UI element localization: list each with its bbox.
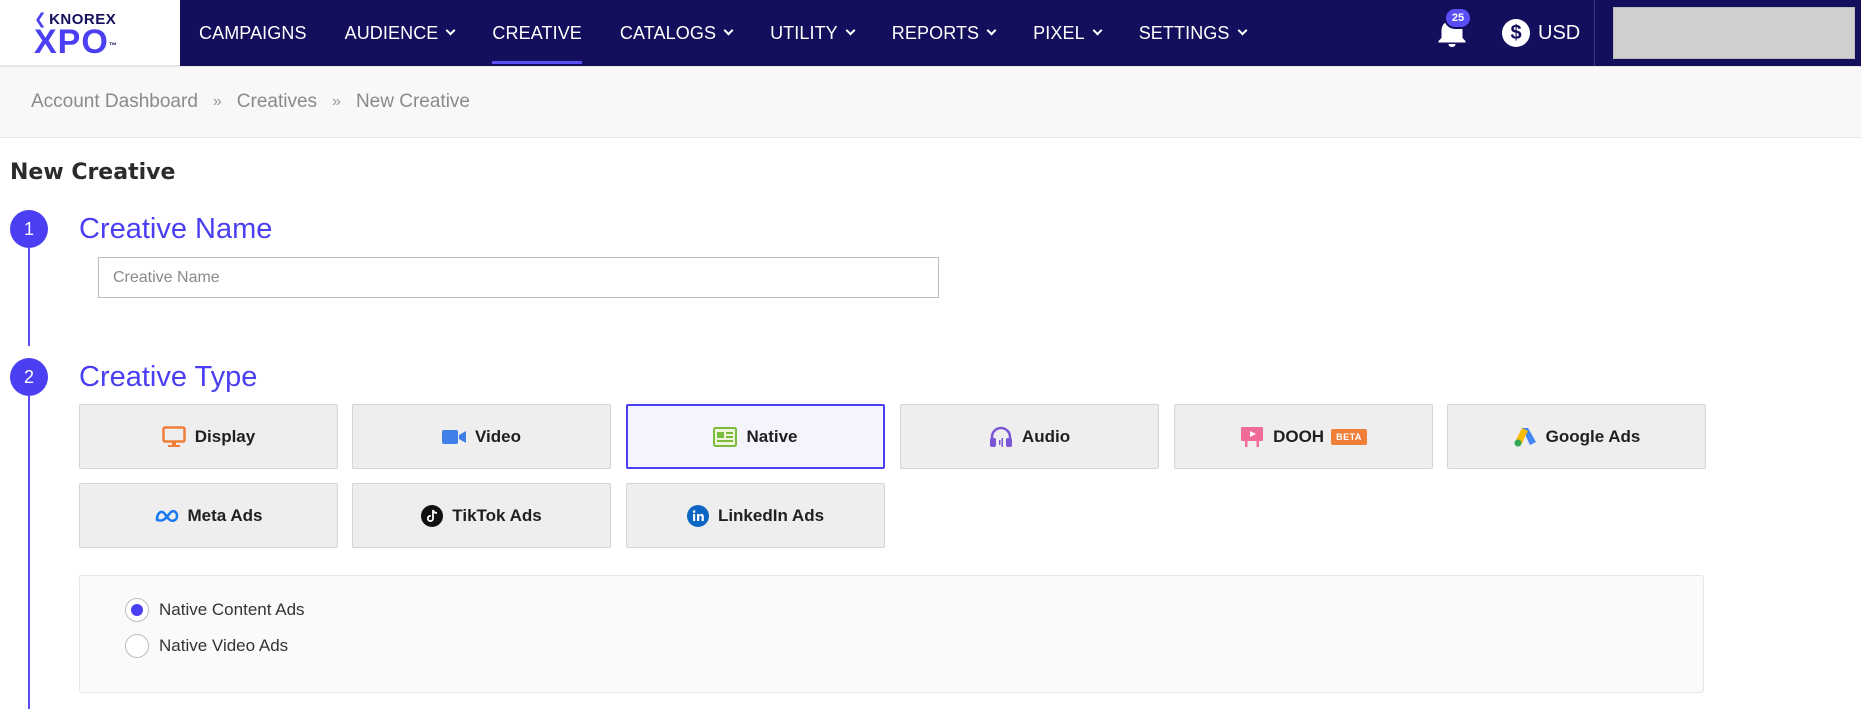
tiktok-ads-label: TikTok Ads xyxy=(452,505,542,525)
brand-logo[interactable]: ❮ KNOREX XPO™ xyxy=(0,0,180,66)
breadcrumb-account-dashboard[interactable]: Account Dashboard xyxy=(31,91,198,113)
tiktok-icon xyxy=(421,504,444,527)
billboard-icon xyxy=(1241,426,1264,447)
nav-audience[interactable]: AUDIENCE xyxy=(326,0,474,66)
breadcrumb-separator: » xyxy=(212,93,222,110)
native-content-ads-label: Native Content Ads xyxy=(159,600,305,619)
chevron-down-icon xyxy=(845,25,856,36)
nav-audience-label: AUDIENCE xyxy=(344,22,439,43)
nav-creative[interactable]: CREATIVE xyxy=(473,0,600,66)
native-label: Native xyxy=(746,426,798,446)
display-label: Display xyxy=(194,426,256,446)
native-content-ads-radio[interactable] xyxy=(125,598,149,622)
chevron-down-icon xyxy=(445,25,456,36)
dooh-label: DOOH xyxy=(1273,426,1325,446)
video-label: Video xyxy=(475,426,521,446)
step-2-number: 2 xyxy=(10,358,48,396)
linkedin-icon xyxy=(686,504,709,527)
logo-trademark: ™ xyxy=(108,41,118,50)
native-subtype-panel: Native Content Ads Native Video Ads xyxy=(79,575,1704,693)
breadcrumb-new-creative: New Creative xyxy=(355,91,470,112)
audio-label: Audio xyxy=(1021,426,1071,446)
chevron-down-icon xyxy=(1092,25,1103,36)
native-video-ads-radio[interactable] xyxy=(125,634,149,658)
page-title: New Creative xyxy=(10,160,176,185)
chevron-down-icon xyxy=(1237,25,1247,36)
beta-badge: BETA xyxy=(1331,428,1367,445)
creative-type-video-button[interactable]: Video xyxy=(352,404,611,469)
nav-utility[interactable]: UTILITY xyxy=(751,0,873,66)
breadcrumb-separator: » xyxy=(332,93,341,110)
creative-type-linkedin-ads-button[interactable]: LinkedIn Ads xyxy=(626,483,885,548)
breadcrumb: Account Dashboard » Creatives » New Crea… xyxy=(0,66,1861,138)
nav-campaigns-label: CAMPAIGNS xyxy=(199,22,307,43)
step-1-connector xyxy=(28,248,30,346)
nav-catalogs-label: CATALOGS xyxy=(619,22,717,43)
step-2-connector xyxy=(28,396,30,709)
native-content-ads-option[interactable]: Native Content Ads xyxy=(125,598,305,622)
breadcrumb-creatives[interactable]: Creatives xyxy=(237,91,317,113)
creative-type-google-ads-button[interactable]: Google Ads xyxy=(1447,404,1706,469)
creative-type-tiktok-ads-button[interactable]: TikTok Ads xyxy=(352,483,611,548)
nav-pixel[interactable]: PIXEL xyxy=(1014,0,1120,66)
creative-name-input[interactable] xyxy=(98,257,939,298)
dollar-icon: $ xyxy=(1502,19,1530,47)
creative-type-audio-button[interactable]: Audio xyxy=(900,404,1159,469)
creative-type-display-button[interactable]: Display xyxy=(79,404,338,469)
nav-settings-label: SETTINGS xyxy=(1138,22,1230,43)
google-ads-label: Google Ads xyxy=(1545,426,1641,446)
notifications-count-badge: 25 xyxy=(1444,7,1472,29)
nav-settings[interactable]: SETTINGS xyxy=(1120,0,1265,66)
step-1-number: 1 xyxy=(10,210,48,248)
chevron-down-icon xyxy=(723,25,734,36)
meta-ads-label: Meta Ads xyxy=(187,505,263,525)
step-1-title: Creative Name xyxy=(79,213,273,245)
account-selector[interactable] xyxy=(1613,7,1855,59)
logo-big-text: XPO xyxy=(34,23,109,61)
monitor-icon xyxy=(162,425,186,447)
nav-pixel-label: PIXEL xyxy=(1033,22,1085,43)
top-navigation-bar: ❮ KNOREX XPO™ CAMPAIGNS AUDIENCE CREATIVE… xyxy=(0,0,1861,66)
meta-icon xyxy=(155,509,178,522)
chevron-down-icon xyxy=(986,25,997,36)
nav-utility-label: UTILITY xyxy=(770,22,838,43)
native-video-ads-label: Native Video Ads xyxy=(159,636,289,655)
logo-wordmark-big: XPO™ xyxy=(34,24,118,60)
native-video-ads-option[interactable]: Native Video Ads xyxy=(125,634,288,658)
nav-reports-label: REPORTS xyxy=(891,22,980,43)
currency-label: USD xyxy=(1538,21,1581,44)
nav-reports[interactable]: REPORTS xyxy=(873,0,1014,66)
nav-campaigns[interactable]: CAMPAIGNS xyxy=(180,0,326,66)
step-2-title: Creative Type xyxy=(79,361,258,393)
linkedin-ads-label: LinkedIn Ads xyxy=(717,505,825,525)
main-menu: CAMPAIGNS AUDIENCE CREATIVE CATALOGS UTI… xyxy=(180,0,1265,66)
creative-type-native-button[interactable]: Native xyxy=(626,404,885,469)
nav-divider xyxy=(1594,0,1595,66)
nav-creative-label: CREATIVE xyxy=(492,22,582,43)
headphones-icon xyxy=(989,426,1012,447)
currency-selector[interactable]: $ USD xyxy=(1502,16,1580,50)
nav-catalogs[interactable]: CATALOGS xyxy=(601,0,751,66)
creative-type-dooh-button[interactable]: DOOH BETA xyxy=(1174,404,1433,469)
native-layout-icon xyxy=(713,426,738,447)
creative-type-meta-ads-button[interactable]: Meta Ads xyxy=(79,483,338,548)
video-camera-icon xyxy=(442,429,466,444)
google-ads-icon xyxy=(1514,427,1536,446)
